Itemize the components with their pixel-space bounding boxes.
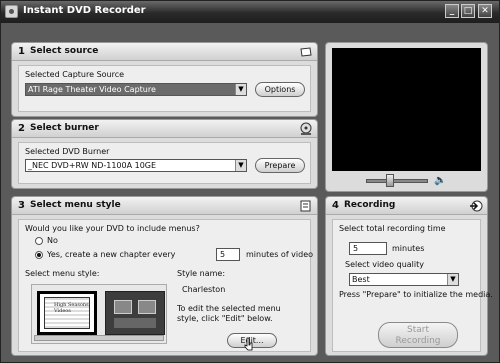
prepare-hint-text: Press "Prepare" to initialize the media. [339, 290, 493, 299]
chevron-down-icon: ▼ [235, 160, 246, 171]
minimize-button[interactable]: _ [445, 4, 459, 18]
menu-style-gallery[interactable]: High Seasons Videos [31, 284, 167, 344]
no-menu-radio[interactable] [35, 237, 43, 245]
capture-source-dropdown[interactable]: ATI Rage Theater Video Capture ▼ [25, 83, 247, 96]
video-quality-value: Best [352, 275, 370, 284]
video-preview-screen [332, 48, 481, 171]
prepare-button[interactable]: Prepare [255, 158, 305, 173]
menu-question: Would you like your DVD to include menus… [25, 224, 200, 233]
thumbnail-bar [114, 318, 156, 328]
menu-style-icon [300, 200, 311, 212]
dvd-burner-value: _NEC DVD+RW ND-1100A 10GE [28, 161, 157, 170]
speaker-icon[interactable]: 🔈 [434, 175, 446, 186]
video-quality-dropdown[interactable]: Best ▼ [349, 273, 459, 286]
chapter-minutes-label: minutes of video [246, 250, 314, 259]
chevron-down-icon: ▼ [235, 84, 246, 95]
disc-icon [300, 122, 312, 135]
step-number: 1 [18, 46, 25, 57]
video-preview-panel: 🔈 [325, 42, 488, 192]
edit-hint-text: To edit the selected menu style, click "… [177, 304, 281, 323]
no-menu-label: No [47, 236, 58, 245]
dvd-burner-dropdown[interactable]: _NEC DVD+RW ND-1100A 10GE ▼ [25, 159, 247, 172]
options-button[interactable]: Options [255, 82, 305, 97]
thumbnail-tile [138, 300, 156, 314]
menu-style-thumbnail-alt[interactable] [105, 291, 165, 335]
step-number: 4 [332, 200, 339, 211]
menu-style-thumbnail-charleston[interactable]: High Seasons Videos [37, 291, 97, 335]
title-bar[interactable]: Instant DVD Recorder _ □ ✕ [1, 1, 499, 23]
record-arrow-icon [470, 200, 483, 212]
volume-slider-track[interactable] [366, 179, 428, 183]
step-number: 2 [18, 123, 25, 134]
menu-style-label: Select menu style: [25, 269, 100, 278]
start-recording-label: Recording [395, 336, 441, 346]
source-icon [300, 47, 312, 57]
panel-header: 1 Select source [12, 43, 317, 61]
start-recording-button[interactable]: Start Recording [378, 322, 458, 348]
burner-inner: Selected DVD Burner _NEC DVD+RW ND-1100A… [18, 142, 311, 184]
total-time-label: Select total recording time [339, 224, 446, 233]
source-inner: Selected Capture Source ATI Rage Theater… [18, 65, 311, 112]
chevron-down-icon: ▼ [447, 274, 458, 285]
panel-header: 4 Recording [326, 197, 487, 215]
window-title: Instant DVD Recorder [23, 5, 146, 16]
style-name-value: Charleston [182, 285, 226, 294]
panel-header: 3 Select menu style [12, 197, 317, 215]
maximize-button[interactable]: □ [461, 4, 475, 18]
thumbnail-tile [114, 300, 132, 314]
recording-time-input[interactable]: 5 [349, 242, 387, 255]
select-source-panel: 1 Select source Selected Capture Source … [11, 42, 318, 117]
mouse-pointer-icon [244, 337, 253, 351]
gallery-scrollbar[interactable] [34, 335, 164, 341]
chapter-menu-radio[interactable] [35, 251, 43, 259]
chapter-minutes-input[interactable]: 5 [216, 248, 240, 261]
panel-title: Recording [344, 200, 396, 210]
capture-source-label: Selected Capture Source [25, 70, 125, 79]
panel-header: 2 Select burner [12, 120, 317, 138]
chapter-menu-label: Yes, create a new chapter every [47, 250, 176, 259]
thumbnail-caption: High Seasons Videos [54, 302, 89, 314]
app-window: Instant DVD Recorder _ □ ✕ 1 Select sour… [0, 0, 500, 363]
start-recording-label: Start [407, 325, 429, 335]
select-burner-panel: 2 Select burner Selected DVD Burner _NEC… [11, 119, 318, 189]
close-button[interactable]: ✕ [478, 4, 492, 18]
step-number: 3 [18, 200, 25, 211]
video-quality-label: Select video quality [345, 260, 424, 269]
panel-title: Select menu style [30, 200, 121, 210]
recording-minutes-label: minutes [392, 244, 425, 253]
volume-slider-handle[interactable] [386, 174, 394, 187]
panel-title: Select source [30, 46, 99, 56]
panel-title: Select burner [30, 123, 99, 133]
style-name-label: Style name: [177, 269, 226, 278]
dvd-burner-label: Selected DVD Burner [25, 147, 110, 156]
app-icon [5, 5, 18, 18]
capture-source-value: ATI Rage Theater Video Capture [28, 85, 156, 94]
